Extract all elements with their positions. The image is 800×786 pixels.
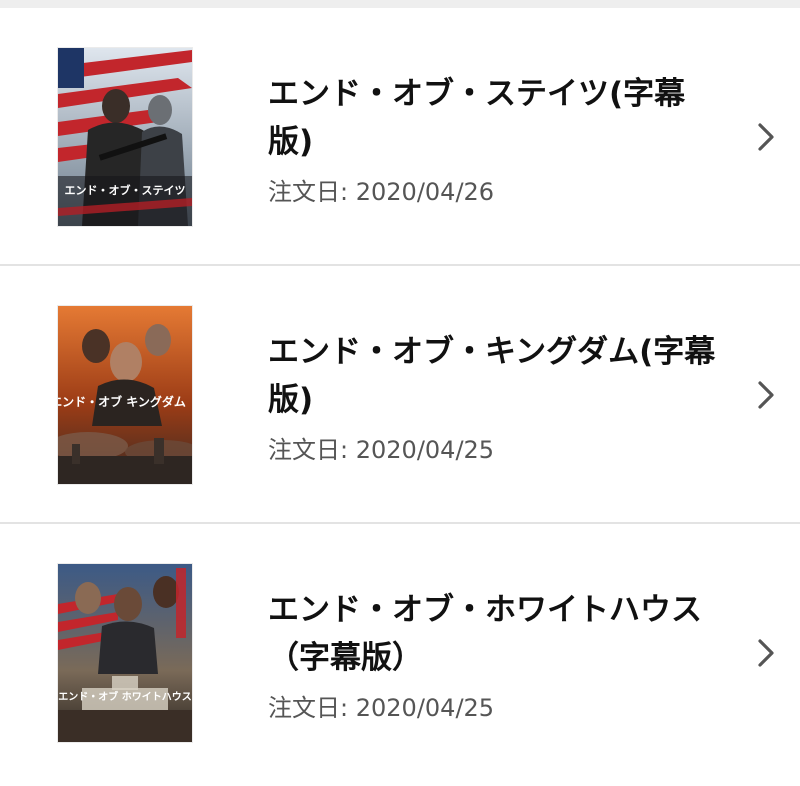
chevron-right-icon[interactable] bbox=[754, 636, 778, 670]
movie-poster-thumbnail: エンド・オブ キングダム bbox=[58, 306, 192, 484]
order-date-label: 注文日: bbox=[268, 178, 349, 206]
order-list-item[interactable]: エンド・オブ ホワイトハウス エンド・オブ・ホワイトハウス（字幕版） 注文日: … bbox=[0, 524, 800, 782]
order-date-row: 注文日: 2020/04/25 bbox=[268, 688, 728, 723]
order-date-value: 2020/04/25 bbox=[355, 436, 495, 464]
order-date-label: 注文日: bbox=[268, 436, 349, 464]
order-info: エンド・オブ・ホワイトハウス（字幕版） 注文日: 2020/04/25 bbox=[268, 586, 728, 723]
movie-poster-icon: エンド・オブ キングダム bbox=[58, 306, 192, 484]
order-date-value: 2020/04/26 bbox=[355, 178, 495, 206]
order-date-row: 注文日: 2020/04/25 bbox=[268, 430, 728, 465]
chevron-right-icon[interactable] bbox=[754, 120, 778, 154]
poster-caption: エンド・オブ ホワイトハウス bbox=[58, 690, 191, 703]
order-date-value: 2020/04/25 bbox=[355, 694, 495, 722]
order-info: エンド・オブ・キングダム(字幕版) 注文日: 2020/04/25 bbox=[268, 328, 728, 465]
order-list-item[interactable]: エンド・オブ キングダム エンド・オブ・キングダム(字幕版) 注文日: 2020… bbox=[0, 266, 800, 524]
order-date-row: 注文日: 2020/04/26 bbox=[268, 172, 728, 207]
chevron-right-icon[interactable] bbox=[754, 378, 778, 412]
order-list-item[interactable]: エンド・オブ・ステイツ エンド・オブ・ステイツ(字幕版) 注文日: 2020/0… bbox=[0, 8, 800, 266]
product-title[interactable]: エンド・オブ・キングダム(字幕版) bbox=[268, 328, 728, 424]
movie-poster-icon: エンド・オブ ホワイトハウス bbox=[58, 564, 192, 742]
product-title[interactable]: エンド・オブ・ホワイトハウス（字幕版） bbox=[268, 586, 728, 682]
movie-poster-thumbnail: エンド・オブ ホワイトハウス bbox=[58, 564, 192, 742]
top-divider-strip bbox=[0, 0, 800, 8]
poster-caption: エンド・オブ キングダム bbox=[58, 394, 186, 409]
order-history-list: エンド・オブ・ステイツ エンド・オブ・ステイツ(字幕版) 注文日: 2020/0… bbox=[0, 8, 800, 782]
movie-poster-thumbnail: エンド・オブ・ステイツ bbox=[58, 48, 192, 226]
order-info: エンド・オブ・ステイツ(字幕版) 注文日: 2020/04/26 bbox=[268, 70, 728, 207]
order-date-label: 注文日: bbox=[268, 694, 349, 722]
product-title[interactable]: エンド・オブ・ステイツ(字幕版) bbox=[268, 70, 728, 166]
movie-poster-icon: エンド・オブ・ステイツ bbox=[58, 48, 192, 226]
poster-caption: エンド・オブ・ステイツ bbox=[65, 183, 186, 197]
